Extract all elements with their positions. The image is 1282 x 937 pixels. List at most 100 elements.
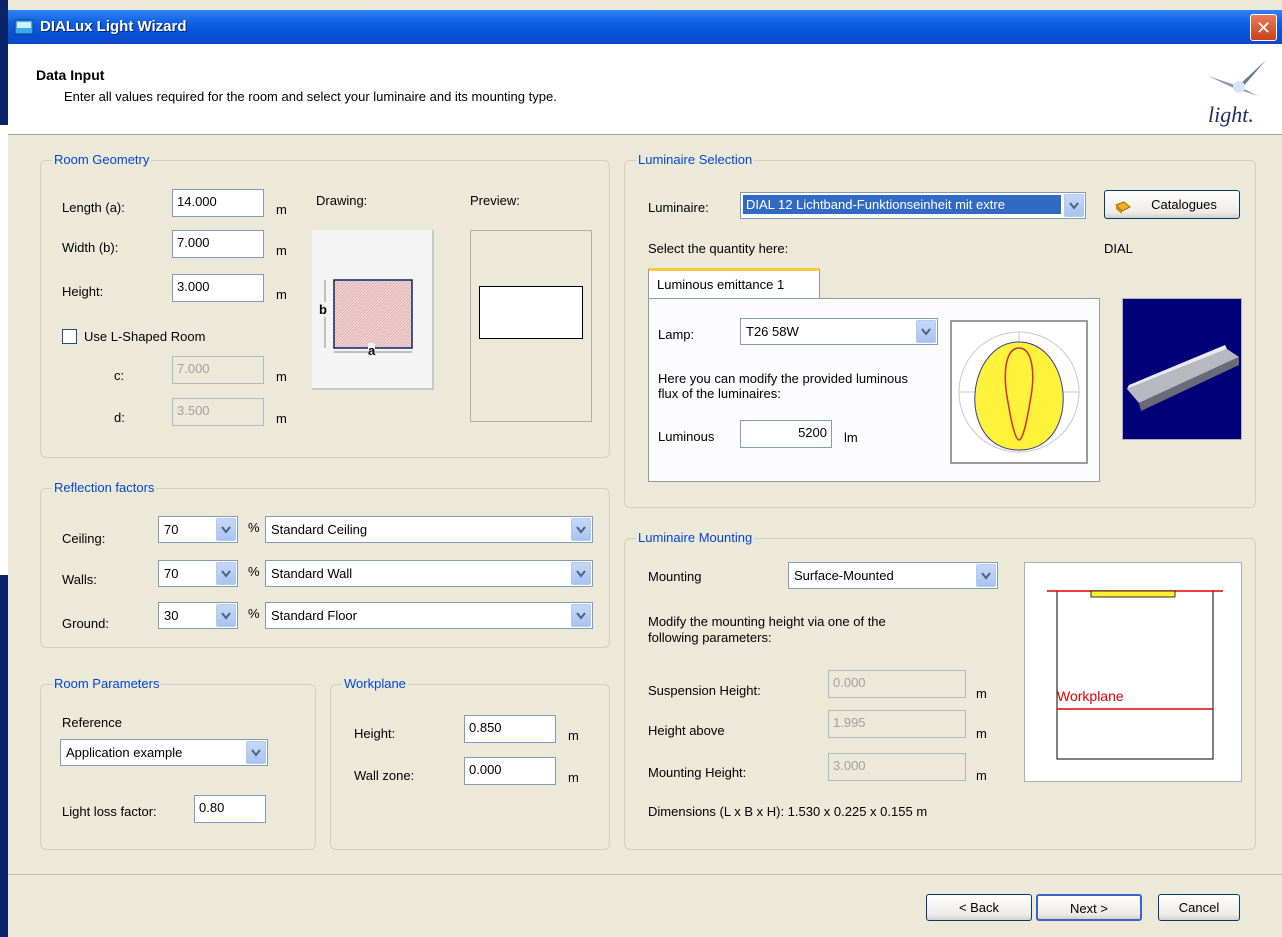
mounting-select[interactable]: Surface-Mounted (788, 562, 998, 589)
height-label: Height: (62, 284, 104, 299)
ceiling-pct: % (248, 520, 260, 535)
length-label: Length (a): (62, 200, 125, 215)
wp-height-unit: m (568, 728, 579, 743)
luminaire-photo (1122, 298, 1242, 440)
room-geometry-label: Room Geometry (52, 152, 152, 167)
cancel-button[interactable]: Cancel (1158, 894, 1240, 921)
ground-label: Ground: (62, 616, 109, 631)
chevron-down-icon (571, 562, 591, 585)
reflection-label: Reflection factors (52, 480, 157, 495)
llf-label: Light loss factor: (62, 804, 157, 819)
width-label: Width (b): (62, 240, 119, 255)
width-unit: m (276, 243, 287, 258)
luminaire-mounting-label: Luminaire Mounting (636, 530, 755, 545)
mounting-note: Modify the mounting height via one of th… (648, 614, 886, 645)
lamp-select[interactable]: T26 58W (740, 318, 938, 345)
drawing-b-label: b (319, 302, 327, 317)
wp-height-label: Height: (354, 726, 396, 741)
height-unit: m (276, 287, 287, 302)
chevron-down-icon (571, 604, 591, 627)
walls-percent-select[interactable]: 70 (158, 560, 238, 587)
catalogue-book-icon (1115, 197, 1131, 224)
luminaire-selection-label: Luminaire Selection (636, 152, 755, 167)
room-drawing: b a (312, 230, 434, 390)
chevron-down-icon (246, 741, 266, 764)
footer-divider (8, 874, 1282, 875)
height-input[interactable]: 3.000 (172, 274, 264, 302)
height-above-unit: m (976, 726, 987, 741)
left-window-edge (0, 0, 8, 937)
window-title: DIALux Light Wizard (40, 18, 187, 35)
chevron-down-icon (216, 518, 236, 541)
luminaire-select[interactable]: DIAL 12 Lichtband-Funktionseinheit mit e… (740, 192, 1086, 219)
d-unit: m (276, 411, 287, 426)
lamp-label: Lamp: (658, 327, 695, 342)
wallzone-label: Wall zone: (354, 768, 415, 783)
ceiling-label: Ceiling: (62, 531, 106, 546)
workplane-label: Workplane (342, 676, 408, 691)
tab-luminous-emittance-1[interactable]: Luminous emittance 1 (648, 268, 820, 300)
chevron-down-icon (571, 518, 591, 541)
wallzone-input[interactable]: 0.000 (464, 757, 556, 785)
suspension-unit: m (976, 686, 987, 701)
room-parameters-group (40, 684, 316, 850)
luminous-input[interactable]: 5200 (740, 420, 832, 448)
close-button[interactable]: ✕ (1250, 14, 1277, 41)
walls-pct: % (248, 564, 260, 579)
light-distribution-curve (950, 320, 1088, 464)
preview-rect (479, 286, 583, 339)
chevron-down-icon (1064, 194, 1084, 217)
walls-material-select[interactable]: Standard Wall (265, 560, 593, 587)
workplane-diagram-label: Workplane (1057, 688, 1124, 704)
suspension-input[interactable]: 0.000 (828, 670, 966, 698)
c-unit: m (276, 369, 287, 384)
llf-input[interactable]: 0.80 (194, 795, 266, 823)
quantity-label: Select the quantity here: (648, 241, 789, 256)
mounting-height-label: Mounting Height: (648, 765, 747, 780)
height-above-input[interactable]: 1.995 (828, 710, 966, 738)
lshape-label: Use L-Shaped Room (84, 329, 206, 344)
c-input[interactable]: 7.000 (172, 356, 264, 384)
d-label: d: (114, 410, 125, 425)
length-unit: m (276, 202, 287, 217)
room-parameters-label: Room Parameters (52, 676, 162, 691)
length-input[interactable]: 14.000 (172, 189, 264, 217)
dimensions-text: Dimensions (L x B x H): 1.530 x 0.225 x … (648, 804, 928, 819)
page-title: Data Input (36, 67, 105, 83)
ground-material-select[interactable]: Standard Floor (265, 602, 593, 629)
drawing-label: Drawing: (316, 193, 368, 208)
mounting-diagram: Workplane (1024, 562, 1242, 782)
preview-label: Preview: (470, 193, 520, 208)
mounting-label: Mounting (648, 569, 702, 584)
suspension-label: Suspension Height: (648, 683, 761, 698)
c-label: c: (114, 368, 125, 383)
ceiling-material-select[interactable]: Standard Ceiling (265, 516, 593, 543)
reference-label: Reference (62, 715, 122, 730)
luminaire-label: Luminaire: (648, 200, 709, 215)
page-subtitle: Enter all values required for the room a… (64, 89, 557, 104)
d-input[interactable]: 3.500 (172, 398, 264, 426)
mounting-height-input[interactable]: 3.000 (828, 753, 966, 781)
back-button[interactable]: < Back (926, 894, 1032, 921)
reference-select[interactable]: Application example (60, 739, 268, 766)
chevron-down-icon (976, 564, 996, 587)
flux-note: Here you can modify the provided luminou… (658, 371, 909, 401)
wallzone-unit: m (568, 770, 579, 785)
ceiling-percent-select[interactable]: 70 (158, 516, 238, 543)
mounting-height-unit: m (976, 768, 987, 783)
ground-pct: % (248, 606, 260, 621)
chevron-down-icon (916, 320, 936, 343)
ground-percent-select[interactable]: 30 (158, 602, 238, 629)
luminous-label: Luminous (658, 429, 715, 444)
light-logo: light. (1198, 56, 1268, 130)
lshape-checkbox[interactable] (62, 329, 77, 344)
chevron-down-icon (216, 604, 236, 627)
wp-height-input[interactable]: 0.850 (464, 715, 556, 743)
walls-label: Walls: (62, 572, 97, 587)
luminous-unit: lm (844, 430, 858, 445)
width-input[interactable]: 7.000 (172, 230, 264, 258)
app-icon (14, 18, 34, 36)
next-button[interactable]: Next > (1036, 894, 1142, 921)
catalogues-button[interactable]: Catalogues (1104, 190, 1240, 219)
chevron-down-icon (216, 562, 236, 585)
